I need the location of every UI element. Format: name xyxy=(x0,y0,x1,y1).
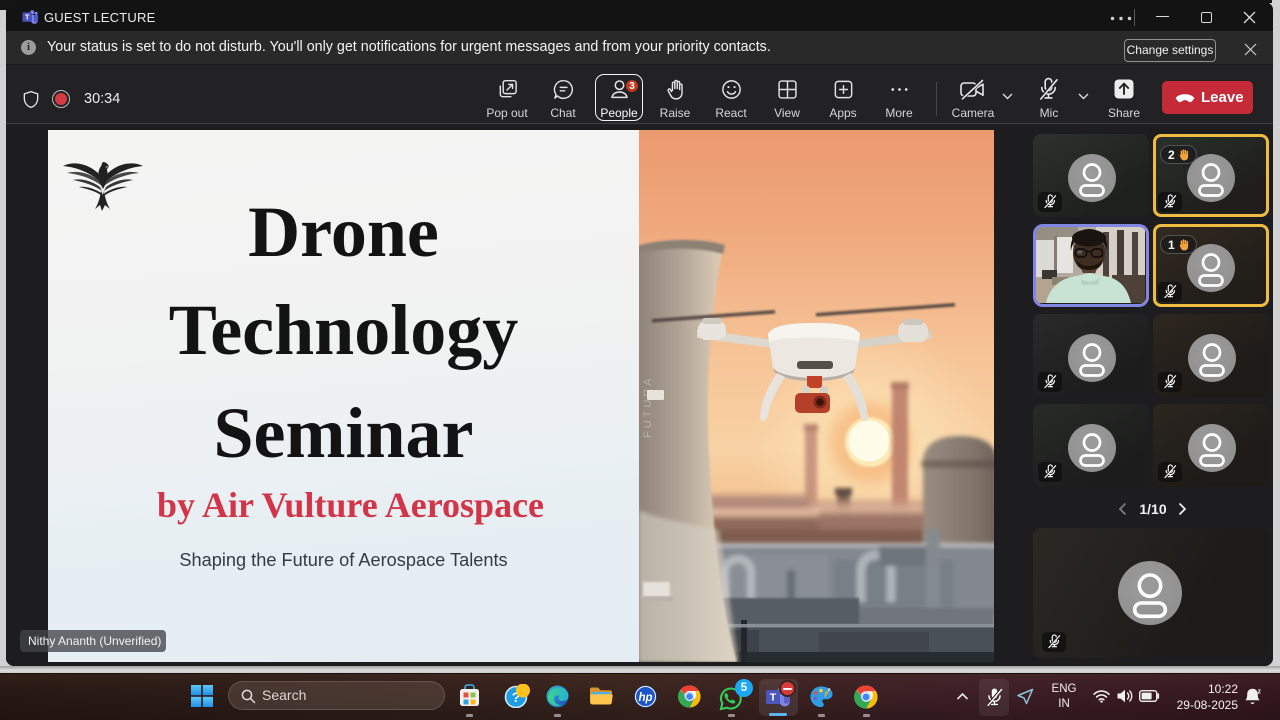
svg-text:FUTURA: FUTURA xyxy=(642,375,654,438)
svg-text:hp: hp xyxy=(638,692,652,704)
svg-text:T: T xyxy=(770,692,777,704)
svg-text:z: z xyxy=(1258,689,1262,696)
svg-text:T: T xyxy=(25,13,30,22)
